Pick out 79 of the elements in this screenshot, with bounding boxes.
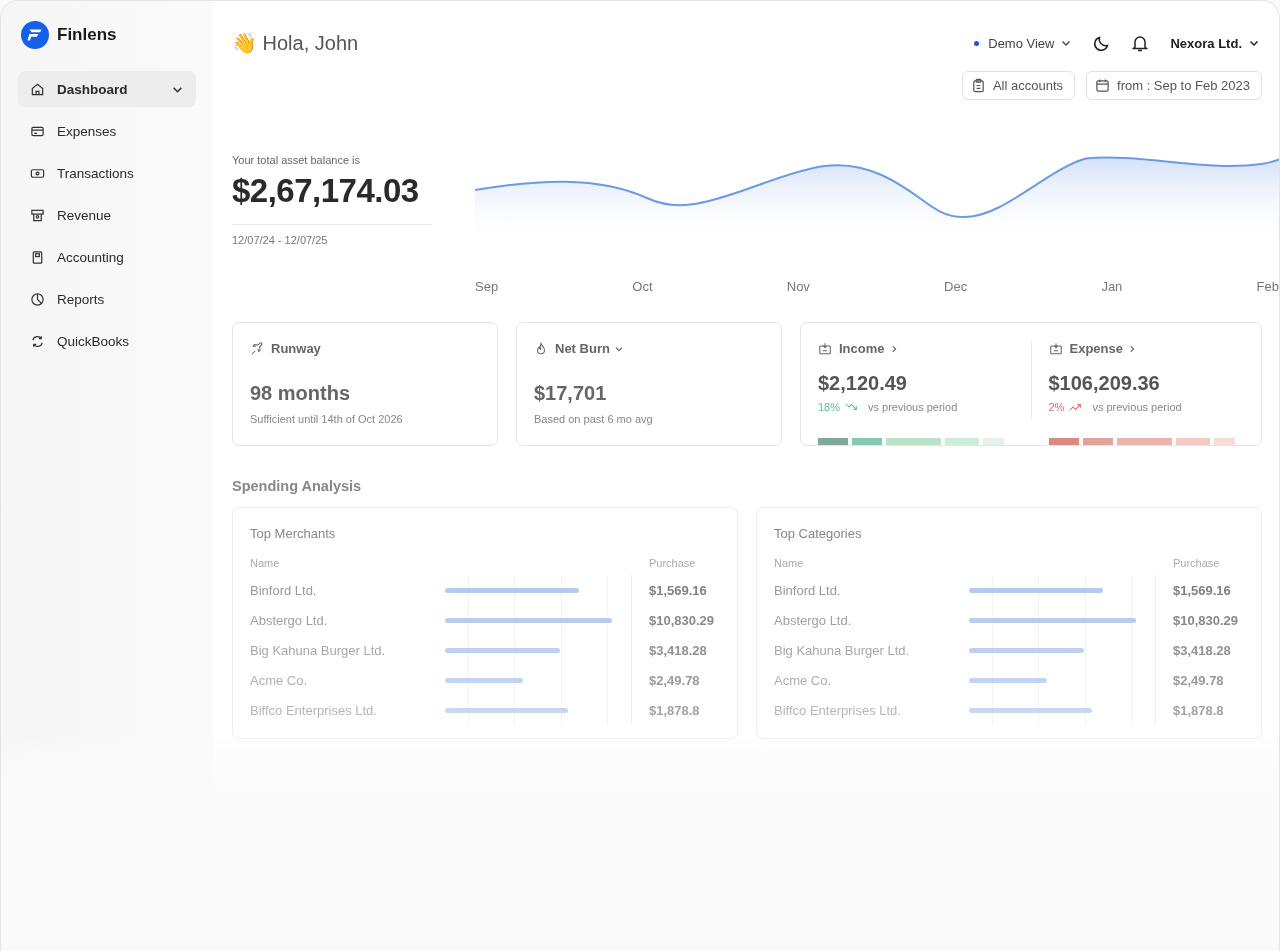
month-label: Dec [944, 279, 968, 294]
column-header: Purchase [1172, 557, 1221, 569]
column-header: Name [774, 557, 805, 569]
card-note: Sufficient until 14th of Oct 2026 [250, 413, 404, 425]
plane-icon [250, 341, 264, 356]
table-cell-text: $1,569.16 [1172, 582, 1232, 598]
card-value: 98 months [250, 382, 352, 405]
trend-down-icon [845, 402, 859, 412]
table-cell-text: $3,418.28 [648, 642, 708, 658]
table-title: Top Categories [774, 526, 863, 541]
card-value: $17,701 [534, 382, 608, 405]
sidebar-item[interactable]: Dashboard [18, 71, 196, 107]
calendar-icon [1095, 78, 1111, 93]
month-label: Feb [1256, 279, 1279, 294]
greeting: 👋 Hola, John [232, 31, 359, 55]
card-title: Runway [271, 341, 321, 356]
table-cell-text: $10,830.29 [648, 612, 716, 628]
sync-icon [30, 333, 45, 349]
sidebar-item[interactable]: QuickBooks [18, 323, 196, 359]
table-cell-text: Binford Ltd. [774, 582, 842, 598]
table-cell-text: $3,418.28 [1172, 642, 1232, 658]
table-cell-text: Abstergo Ltd. [774, 612, 853, 628]
table-cell-text: $10,830.29 [1172, 612, 1240, 628]
clipboard-icon [970, 78, 986, 93]
balance-amount: $2,67,174.03 [232, 172, 420, 210]
table-cell-text: Abstergo Ltd. [250, 612, 329, 628]
table-cell-text: Biffco Enterprises Ltd. [774, 702, 902, 718]
trend-up-icon [1069, 402, 1083, 412]
card-title: Income [839, 341, 885, 356]
card-value: $106,209.36 [1048, 372, 1161, 395]
month-label: Jan [1101, 279, 1123, 294]
table-cell-text: $2,49.78 [1172, 672, 1225, 688]
change-percent: 2% [1048, 401, 1065, 413]
section-title: Spending Analysis [232, 478, 363, 494]
sidebar-item[interactable]: Expenses [18, 113, 196, 149]
change-note: vs previous period [868, 401, 958, 413]
bell-icon[interactable] [1130, 33, 1151, 53]
document-icon [30, 249, 45, 265]
table-title: Top Merchants [250, 526, 337, 541]
card-title: Net Burn [555, 341, 610, 356]
table-cell-text: $1,569.16 [648, 582, 708, 598]
view-switcher[interactable]: Demo View [972, 31, 1075, 55]
table-cell-text: $2,49.78 [648, 672, 701, 688]
month-label: Sep [475, 279, 499, 294]
sidebar-item[interactable]: Revenue [18, 197, 196, 233]
table-cell-text: Big Kahuna Burger Ltd. [774, 642, 911, 658]
register-icon [30, 207, 45, 223]
change-percent: 18% [818, 401, 841, 413]
table-cell-text: Binford Ltd. [250, 582, 318, 598]
sidebar-item[interactable]: Accounting [18, 239, 196, 275]
column-header: Purchase [648, 557, 697, 569]
table-cell-text: Acme Co. [774, 672, 833, 688]
table-cell-text: Biffco Enterprises Ltd. [250, 702, 378, 718]
balance-label: Your total asset balance is [232, 154, 361, 166]
table-cell-text: $1,878.8 [648, 702, 701, 718]
chevron-right-icon[interactable] [1127, 343, 1137, 354]
brand-name: Finlens [57, 25, 117, 45]
table-cell-text: Acme Co. [250, 672, 309, 688]
card-note: Based on past 6 mo avg [534, 413, 654, 425]
inbox-icon [1048, 341, 1063, 356]
inbox-icon [818, 341, 832, 356]
home-icon [30, 81, 45, 97]
logo-icon [21, 21, 49, 49]
month-label: Oct [632, 279, 653, 294]
card-value: $2,120.49 [818, 372, 908, 395]
filter-button[interactable]: All accounts [961, 71, 1076, 100]
sidebar-item[interactable]: Transactions [18, 155, 196, 191]
pie-chart-icon [30, 291, 45, 307]
table-cell-text: Big Kahuna Burger Ltd. [250, 642, 387, 658]
month-label: Nov [786, 279, 810, 294]
filter-button[interactable]: from : Sep to Feb 2023 [1086, 71, 1262, 100]
flame-icon [534, 341, 548, 356]
column-header: Name [250, 557, 281, 569]
sidebar-item[interactable]: Reports [18, 281, 196, 317]
date-range: 12/07/24 - 12/07/25 [232, 234, 329, 246]
table-cell-text: $1,878.8 [1172, 702, 1225, 718]
change-note: vs previous period [1092, 401, 1182, 413]
card-title: Expense [1069, 341, 1123, 356]
company-switcher[interactable]: Nexora Ltd. [1168, 31, 1262, 55]
